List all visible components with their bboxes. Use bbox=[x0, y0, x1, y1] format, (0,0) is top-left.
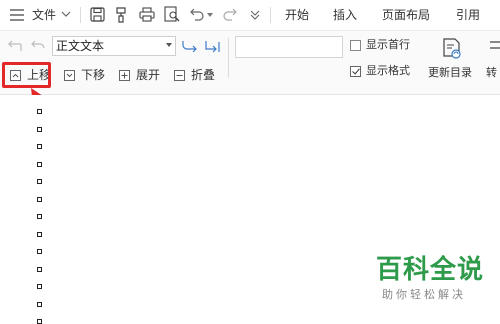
file-menu[interactable]: 文件 bbox=[32, 5, 56, 25]
tab-page-layout[interactable]: 页面布局 bbox=[382, 5, 430, 25]
tab-insert[interactable]: 插入 bbox=[333, 5, 357, 25]
redo-icon[interactable] bbox=[222, 8, 237, 21]
convert-icon[interactable] bbox=[488, 38, 500, 60]
tab-references[interactable]: 引用 bbox=[456, 5, 480, 25]
outline-level-value: 正文文本 bbox=[56, 39, 105, 53]
save-icon[interactable] bbox=[90, 7, 105, 22]
promote-icon[interactable] bbox=[31, 40, 45, 52]
update-toc-button[interactable]: 更新目录 bbox=[428, 66, 472, 80]
show-format-checkbox[interactable] bbox=[350, 66, 361, 77]
outline-paragraph-bullet[interactable] bbox=[37, 109, 42, 114]
outline-paragraph-bullet[interactable] bbox=[37, 144, 42, 149]
highlight-box bbox=[2, 62, 51, 88]
demote-icon[interactable] bbox=[182, 40, 198, 53]
promote-level-icon[interactable] bbox=[8, 40, 22, 52]
collapse-button[interactable]: 折叠 bbox=[191, 68, 215, 82]
convert-button[interactable]: 转 bbox=[486, 66, 497, 80]
expand-button[interactable]: 展开 bbox=[136, 68, 160, 82]
update-toc-icon[interactable] bbox=[441, 38, 463, 60]
chevron-down-icon[interactable] bbox=[61, 11, 71, 18]
outline-paragraph-bullet[interactable] bbox=[37, 266, 42, 272]
outline-paragraph-bullet[interactable] bbox=[37, 161, 42, 167]
outline-paragraph-bullet[interactable] bbox=[37, 214, 42, 219]
outline-paragraph-bullet[interactable] bbox=[37, 196, 42, 202]
outline-paragraph-bullet[interactable] bbox=[37, 301, 42, 307]
outline-paragraph-bullet[interactable] bbox=[37, 231, 42, 237]
title-toolbar: 文件 开始 插入 页面布局 引用 bbox=[0, 0, 500, 31]
watermark-subtitle: 助你轻松解决 bbox=[382, 288, 466, 301]
undo-icon[interactable] bbox=[190, 8, 205, 21]
chevron-down-icon bbox=[166, 43, 172, 47]
tab-start[interactable]: 开始 bbox=[285, 5, 309, 25]
collapse-icon[interactable] bbox=[174, 70, 185, 81]
divider bbox=[228, 38, 229, 78]
outline-paragraph-bullet[interactable] bbox=[37, 179, 42, 184]
outline-level-select[interactable]: 正文文本 bbox=[52, 36, 176, 56]
print-preview-icon[interactable] bbox=[164, 6, 180, 23]
menu-icon[interactable] bbox=[10, 9, 24, 21]
move-down-icon[interactable] bbox=[64, 70, 75, 81]
show-first-line-label: 显示首行 bbox=[366, 38, 410, 51]
undo-dropdown-icon[interactable] bbox=[207, 13, 213, 17]
divider bbox=[270, 7, 271, 23]
customize-toolbar-icon[interactable] bbox=[250, 10, 260, 20]
show-format-label: 显示格式 bbox=[366, 64, 410, 77]
divider bbox=[80, 7, 81, 23]
outline-paragraph-bullet[interactable] bbox=[37, 319, 42, 324]
outline-paragraph-bullet[interactable] bbox=[37, 249, 42, 254]
outline-paragraph-bullet[interactable] bbox=[37, 126, 42, 132]
show-first-line-checkbox[interactable] bbox=[350, 40, 361, 51]
expand-icon[interactable] bbox=[119, 70, 130, 81]
demote-to-body-icon[interactable] bbox=[205, 40, 221, 53]
print-icon[interactable] bbox=[139, 7, 155, 22]
move-down-button[interactable]: 下移 bbox=[81, 68, 105, 82]
watermark-title: 百科全说 bbox=[376, 255, 485, 285]
outline-paragraph-bullet[interactable] bbox=[37, 284, 42, 289]
show-level-select[interactable] bbox=[235, 36, 343, 58]
format-painter-icon[interactable] bbox=[114, 6, 129, 23]
